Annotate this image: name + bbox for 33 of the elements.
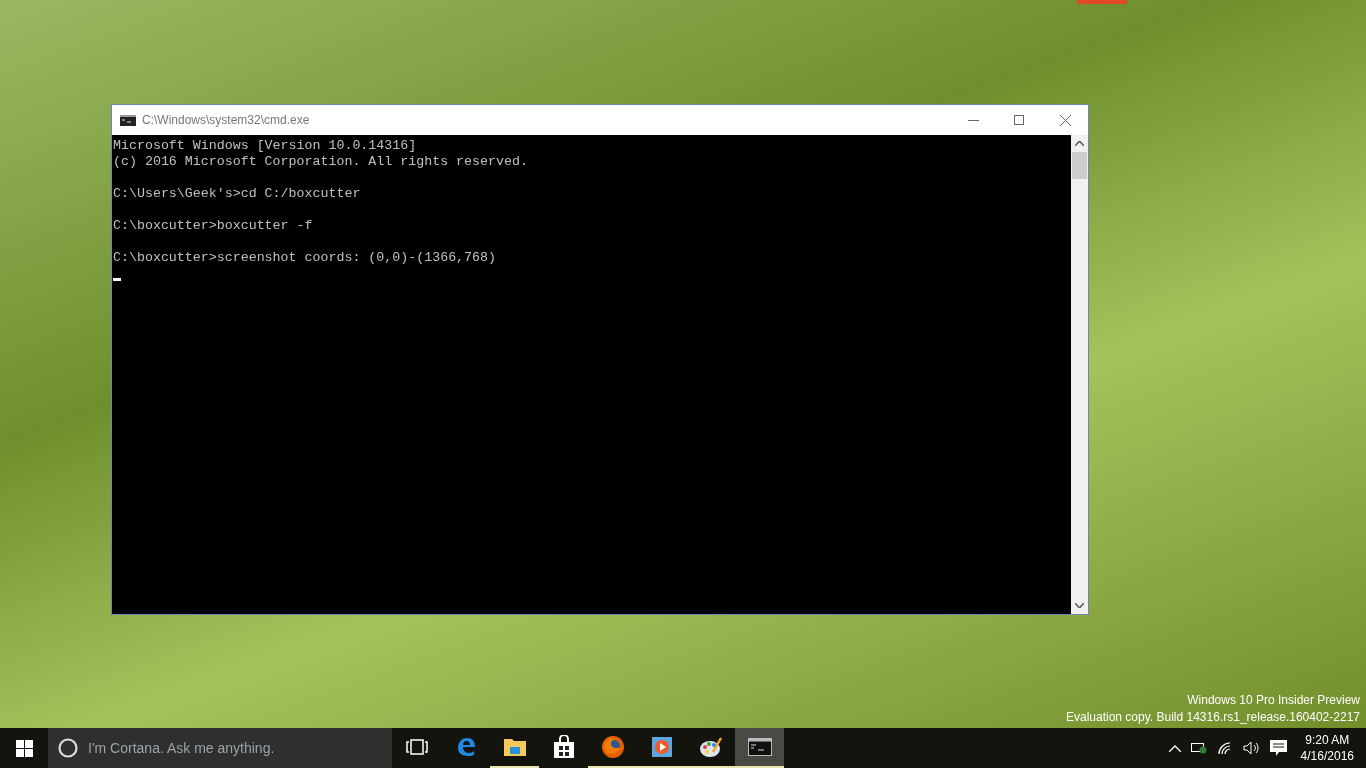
window-title: C:\Windows\system32\cmd.exe xyxy=(142,112,310,129)
task-view-icon xyxy=(405,739,428,755)
terminal-icon xyxy=(120,114,136,126)
desktop-watermark-text: Evaluation copy. Build 14316.rs1_release.160402-2217 xyxy=(1066,709,1360,726)
play-tile-icon xyxy=(650,736,673,758)
chevron-down-icon xyxy=(1075,603,1084,608)
wifi-icon[interactable] xyxy=(1217,741,1233,755)
windows-logo-icon xyxy=(15,739,33,757)
shopping-bag-icon xyxy=(552,735,575,759)
fox-globe-icon xyxy=(600,735,625,759)
maximize-icon xyxy=(1014,115,1024,125)
taskbar-app-button[interactable] xyxy=(735,728,784,768)
window-edge xyxy=(1077,0,1127,4)
desktop-watermark-text: Windows 10 Pro Insider Preview xyxy=(1187,692,1360,709)
console-line: (c) 2016 Microsoft Corporation. All rights reserved. xyxy=(113,154,528,170)
chevron-up-icon xyxy=(1075,141,1084,146)
scroll-thumb[interactable] xyxy=(1072,152,1087,179)
console-line: C:\boxcutter>boxcutter -f xyxy=(113,218,313,234)
chevron-up-icon[interactable] xyxy=(1168,744,1181,752)
minimize-icon xyxy=(967,119,979,121)
console-line: C:\boxcutter>screenshot coords: (0,0)-(1366,768) xyxy=(113,250,496,266)
message-icon[interactable] xyxy=(1269,740,1287,756)
clock[interactable]: 9:20 AM 4/16/2016 xyxy=(1296,732,1358,764)
circle-icon xyxy=(58,738,78,758)
paint-palette-icon xyxy=(698,736,723,758)
speaker-icon[interactable] xyxy=(1242,741,1260,755)
console-line: C:\Users\Geek's>cd C:/boxcutter xyxy=(113,186,361,202)
console-line: Microsoft Windows [Version 10.0.14316] xyxy=(113,138,417,154)
folder-icon xyxy=(502,737,527,757)
terminal-icon xyxy=(747,738,772,756)
close-icon xyxy=(1059,114,1071,126)
search-field[interactable]: I'm Cortana. Ask me anything. xyxy=(48,728,392,768)
battery-plug-icon[interactable] xyxy=(1190,742,1208,754)
